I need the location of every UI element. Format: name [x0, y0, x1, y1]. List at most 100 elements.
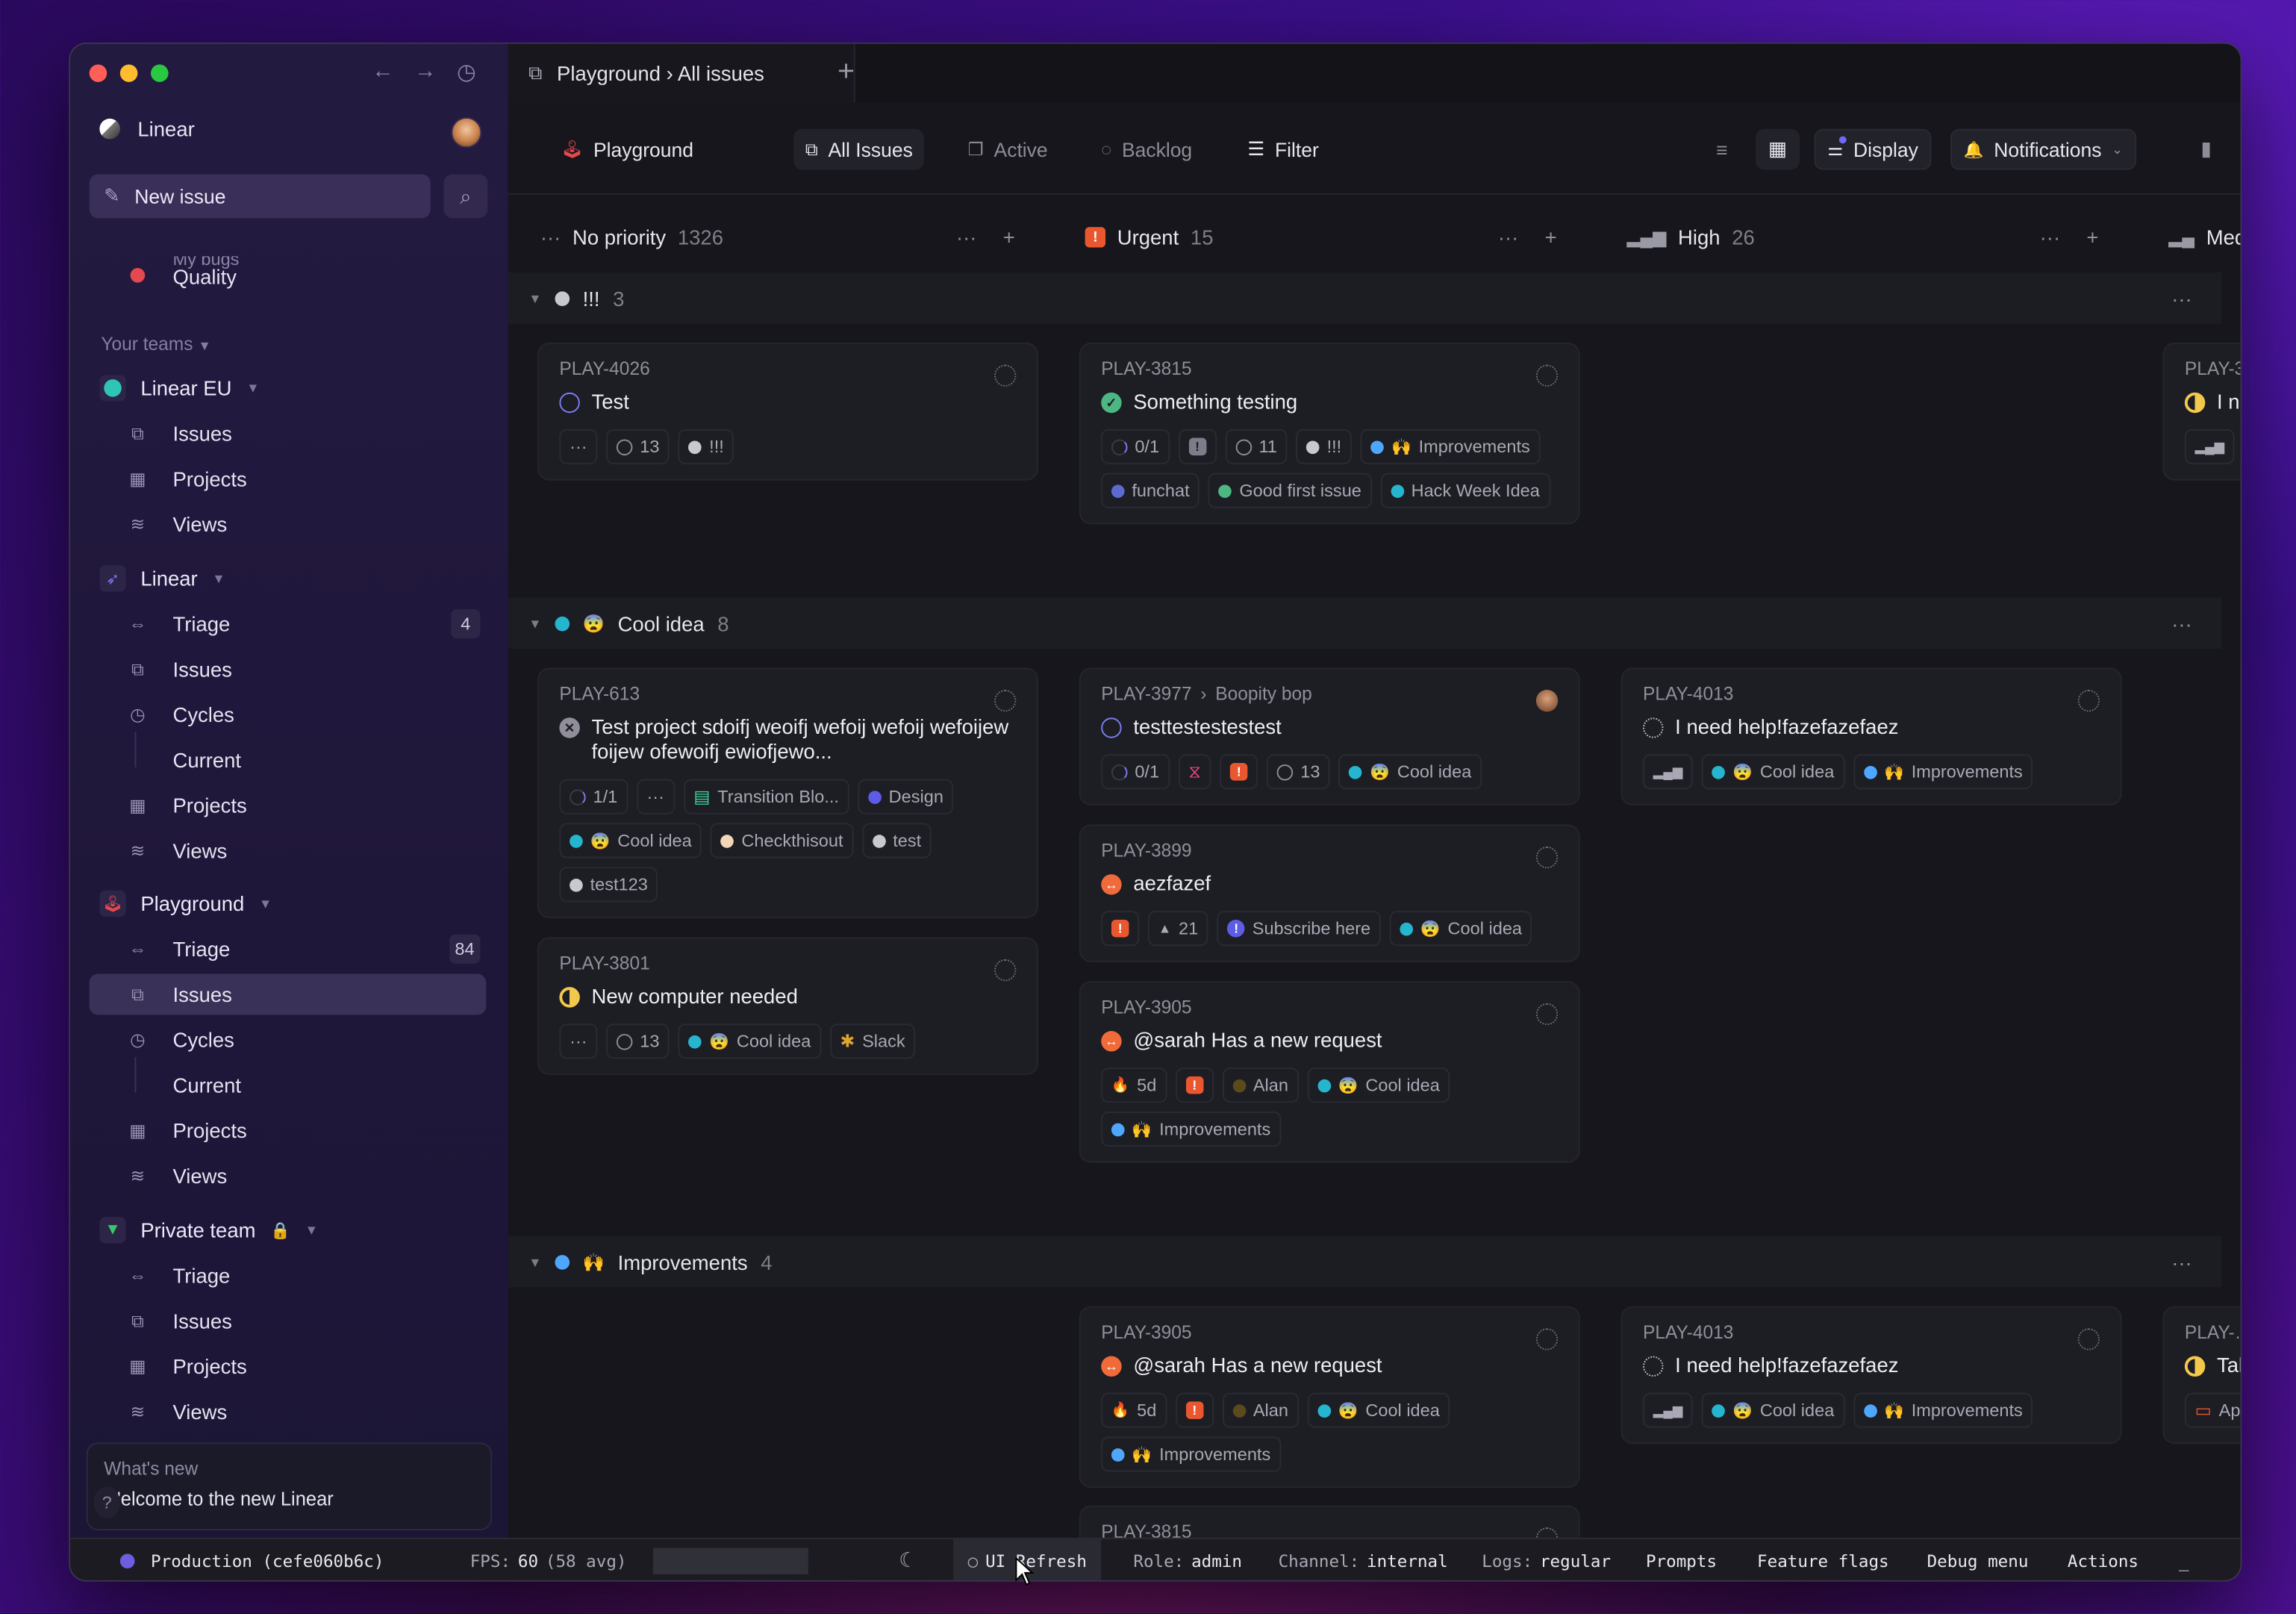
group-row-cool-idea[interactable]: ▼ 😨 Cool idea 8 ···	[508, 597, 2221, 649]
maximize-window-button[interactable]	[151, 64, 169, 82]
collapse-triangle-icon[interactable]: ▼	[528, 1254, 542, 1269]
team-breadcrumb-playground[interactable]: 🕹 Playground	[549, 129, 705, 170]
unassigned-avatar-icon[interactable]	[1535, 1003, 1559, 1026]
due-date-chip[interactable]: ▭ Ap…	[2184, 1392, 2241, 1428]
triage-age-chip[interactable]: 🔥 5d	[1101, 1068, 1167, 1103]
slack-link-chip[interactable]: ✱ Slack	[829, 1023, 916, 1059]
issue-card[interactable]: PLAY-4013 I need help!fazefazefaez ▂▄▆ 😨 Coo…	[1620, 1306, 2122, 1445]
board-view-toggle[interactable]: ▦	[1756, 128, 1800, 170]
label-chip[interactable]: 😨 Cool idea	[1307, 1068, 1450, 1103]
sub-issues-progress-chip[interactable]: 0/1	[1101, 429, 1170, 464]
label-chip[interactable]: 😨 Cool idea	[559, 823, 702, 859]
label-chip[interactable]: 😨 Cool idea	[1701, 754, 1845, 790]
high-priority-chip[interactable]: ▂▄▆	[1643, 754, 1694, 790]
label-chip[interactable]: 😨 Cool idea	[1338, 754, 1482, 790]
environment-indicator[interactable]: Production (cefe060b6c)	[119, 1539, 384, 1580]
triage-status-icon[interactable]: ↔	[1101, 1356, 1122, 1377]
unassigned-avatar-icon[interactable]	[1535, 1328, 1559, 1350]
search-button[interactable]: ⌕	[443, 174, 488, 219]
done-check-icon[interactable]: ✓	[1101, 392, 1122, 414]
list-view-toggle[interactable]: ≡	[1700, 129, 1744, 170]
canceled-x-icon[interactable]: ✕	[559, 717, 580, 738]
parent-issue-title[interactable]: Boopity bop	[1215, 684, 1312, 704]
cycle-chip[interactable]: 11	[1225, 429, 1288, 464]
unassigned-avatar-icon[interactable]	[993, 689, 1017, 712]
sidebar-item-quality[interactable]: Quality	[90, 256, 487, 297]
sidebar-item-views[interactable]: ≋ Views	[90, 504, 487, 545]
high-priority-chip[interactable]: ▂▄▆	[2184, 429, 2236, 464]
column-add-icon[interactable]: +	[2086, 225, 2098, 249]
sidebar-item-projects[interactable]: ▦ Projects	[90, 1346, 487, 1387]
urgent-priority-chip[interactable]: !	[1178, 429, 1217, 464]
cycle-chip[interactable]: 13	[606, 1023, 670, 1059]
unassigned-avatar-icon[interactable]	[1535, 364, 1559, 387]
close-window-button[interactable]	[89, 64, 107, 82]
group-row-improvements[interactable]: ▼ 🙌 Improvements 4 ···	[508, 1236, 2221, 1288]
display-button[interactable]: ⚌ Display	[1814, 128, 1932, 170]
label-chip[interactable]: 🙌 Improvements	[1101, 1111, 1281, 1147]
unassigned-avatar-icon[interactable]	[2077, 689, 2100, 712]
notifications-dropdown[interactable]: 🔔 Notifications ⌄	[1950, 128, 2136, 170]
label-chip[interactable]: 😨 Cool idea	[1307, 1392, 1450, 1428]
sidebar-item-current-cycle[interactable]: Current	[90, 1065, 487, 1106]
issue-card[interactable]: PLAY-613 ✕ Test project sdoifj weoifj wefo…	[537, 667, 1038, 918]
logs-indicator[interactable]: Logs: regular	[1482, 1539, 1611, 1580]
minimize-window-button[interactable]	[119, 64, 138, 82]
issue-card[interactable]: PLAY-4013 I need help!fazefazefaez ▂▄▆ 😨 Coo…	[1620, 667, 2122, 806]
theme-toggle[interactable]: ☾	[899, 1539, 911, 1580]
label-chip[interactable]: 😨 Cool idea	[1389, 911, 1532, 947]
urgent-priority-chip[interactable]: !	[1220, 754, 1258, 790]
tab-playground-all-issues[interactable]: ⧉ Playground › All issues	[508, 43, 854, 103]
collapse-triangle-icon[interactable]: ▼	[528, 616, 542, 631]
unassigned-avatar-icon[interactable]	[1535, 846, 1559, 869]
sidebar-item-projects[interactable]: ▦ Projects	[90, 785, 487, 826]
label-chip[interactable]: 🙌 Improvements	[1360, 429, 1541, 464]
project-chip[interactable]: ▤ Transition Blo...	[683, 779, 849, 814]
view-tab-backlog[interactable]: ◌ Backlog	[1090, 129, 1204, 170]
view-tab-all-issues[interactable]: ⧉ All Issues	[793, 128, 925, 170]
unassigned-avatar-icon[interactable]	[993, 959, 1017, 982]
new-tab-plus-icon[interactable]: +	[837, 56, 855, 90]
more-options-chip[interactable]: ···	[636, 779, 675, 814]
label-chip[interactable]: funchat	[1101, 473, 1200, 508]
sidebar-item-views[interactable]: ≋ Views	[90, 830, 487, 871]
label-chip[interactable]: 🙌 Improvements	[1853, 754, 2033, 790]
group-row-exclaim[interactable]: ▼ !!! 3 ···	[508, 272, 2221, 324]
back-arrow-icon[interactable]: ←	[372, 58, 393, 84]
label-chip[interactable]: test	[862, 823, 932, 859]
issue-card[interactable]: PLAY-3905 ↔ @sarah Has a new request 🔥 5d! Al…	[1079, 981, 1580, 1163]
help-button[interactable]: ?	[93, 1486, 120, 1519]
actions-button[interactable]: Actions	[2068, 1539, 2139, 1580]
group-menu-icon[interactable]: ···	[2171, 287, 2192, 310]
column-add-icon[interactable]: +	[1003, 225, 1015, 249]
group-menu-icon[interactable]: ···	[2171, 611, 2192, 635]
column-add-icon[interactable]: +	[1545, 225, 1557, 249]
team-linear[interactable]: ➶ Linear ▼	[99, 565, 225, 592]
label-chip[interactable]: Hack Week Idea	[1380, 473, 1550, 508]
prompts-button[interactable]: Prompts	[1646, 1539, 1717, 1580]
sidebar-item-issues[interactable]: ⧉ Issues	[90, 649, 487, 690]
cycle-chip[interactable]: 13	[606, 429, 670, 464]
issue-card[interactable]: PLAY-3801 New computer needed ··· 13 😨 Cool i…	[537, 937, 1038, 1075]
sidebar-item-triage[interactable]: ⇔ Triage 4	[90, 603, 487, 644]
column-header-no-priority[interactable]: ··· No priority 1326	[540, 193, 723, 281]
role-indicator[interactable]: Role: admin	[1133, 1539, 1242, 1580]
column-header-medium[interactable]: ▂▄ Med	[2168, 193, 2240, 281]
view-tab-active[interactable]: ❐ Active	[956, 129, 1059, 170]
sidebar-item-projects[interactable]: ▦ Projects	[90, 1110, 487, 1151]
issue-card[interactable]: PLAY-3899 ↔ aezfazef! ▲ 21! Subscribe here 😨 Co…	[1079, 824, 1580, 962]
in-progress-icon[interactable]	[2184, 392, 2206, 414]
in-progress-icon[interactable]	[559, 987, 580, 1008]
team-playground[interactable]: 🕹 Playground ▼	[99, 890, 272, 917]
team-linear-eu[interactable]: Linear EU ▼	[99, 375, 260, 402]
triage-status-icon[interactable]: ↔	[1101, 1031, 1122, 1052]
urgent-priority-chip[interactable]: !	[1101, 911, 1140, 947]
sidebar-item-issues[interactable]: ⧉ Issues	[90, 413, 487, 454]
label-chip[interactable]: 🙌 Improvements	[1853, 1392, 2033, 1428]
label-chip[interactable]: 😨 Cool idea	[678, 1023, 822, 1059]
issue-card[interactable]: PLAY-3815 ✓ Something testing 0/1! 11!!! 🙌 Imp…	[1079, 343, 1580, 525]
backlog-status-icon[interactable]	[1643, 717, 1664, 738]
group-menu-icon[interactable]: ···	[2171, 1250, 2192, 1273]
more-options-chip[interactable]: ···	[559, 429, 598, 464]
label-chip[interactable]: Design	[858, 779, 954, 814]
